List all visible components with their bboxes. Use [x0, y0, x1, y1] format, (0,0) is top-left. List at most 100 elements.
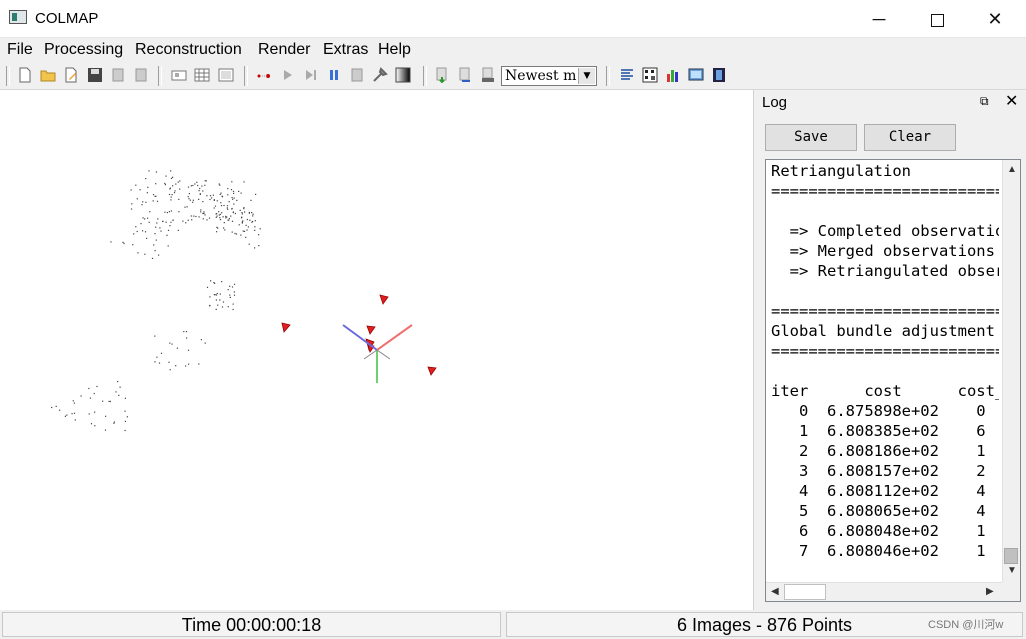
- point: [166, 234, 168, 236]
- bundle-adjustment-icon[interactable]: [349, 67, 365, 83]
- point: [192, 184, 194, 187]
- point: [216, 215, 218, 217]
- point: [90, 423, 93, 425]
- save-project-icon[interactable]: [87, 67, 103, 83]
- log-vertical-scrollbar[interactable]: ▲ ▼: [1002, 160, 1020, 583]
- log-horizontal-scrollbar[interactable]: ◀ ▶: [766, 582, 1002, 601]
- point-cloud-canvas[interactable]: [0, 90, 752, 610]
- open-project-icon[interactable]: [40, 67, 56, 83]
- point: [216, 200, 218, 202]
- point: [218, 211, 220, 213]
- point: [165, 175, 167, 177]
- dense-reconstruction-icon[interactable]: [372, 67, 388, 83]
- menu-help[interactable]: Help: [378, 41, 411, 59]
- chevron-down-icon[interactable]: ▼: [578, 68, 595, 84]
- maximize-button[interactable]: [908, 0, 966, 38]
- model-viewer[interactable]: [0, 90, 752, 610]
- point: [219, 293, 221, 295]
- point: [234, 212, 236, 215]
- render-options-icon[interactable]: [395, 67, 411, 83]
- point: [238, 190, 240, 192]
- point: [226, 205, 229, 207]
- menu-extras[interactable]: Extras: [323, 41, 368, 59]
- scroll-up-icon[interactable]: ▲: [1007, 164, 1017, 175]
- status-bar: Time 00:00:00:18 6 Images - 876 Points: [0, 610, 1026, 639]
- save-icon[interactable]: [480, 67, 496, 83]
- reconstruction-start-icon[interactable]: [256, 67, 272, 83]
- point: [217, 304, 219, 306]
- log-output[interactable]: Retriangulation =========================…: [765, 159, 1021, 602]
- edit-project-icon[interactable]: [63, 67, 79, 83]
- import-model-icon[interactable]: [110, 67, 126, 83]
- point: [198, 363, 200, 365]
- scroll-thumb[interactable]: [784, 584, 826, 600]
- minimize-button[interactable]: ─: [850, 0, 908, 38]
- point: [233, 294, 236, 296]
- scroll-down-icon[interactable]: ▼: [1007, 565, 1017, 576]
- point: [164, 184, 166, 186]
- import-icon[interactable]: [434, 67, 450, 83]
- menu-file[interactable]: File: [7, 41, 33, 59]
- point: [136, 230, 138, 233]
- point: [178, 211, 180, 213]
- grab-image-icon[interactable]: [688, 67, 704, 83]
- point: [233, 291, 235, 293]
- reconstruction-select[interactable]: Newest m ▼: [501, 66, 597, 86]
- close-icon[interactable]: ✕: [1005, 91, 1018, 111]
- scroll-left-icon[interactable]: ◀: [771, 586, 779, 597]
- feature-extraction-icon[interactable]: [171, 67, 187, 83]
- match-matrix-icon[interactable]: [642, 67, 658, 83]
- scroll-right-icon[interactable]: ▶: [986, 586, 994, 597]
- point: [148, 170, 150, 172]
- toolbar-separator: [6, 66, 10, 86]
- log-save-button[interactable]: Save: [765, 124, 857, 151]
- point: [187, 219, 189, 221]
- point: [233, 197, 235, 199]
- menu-reconstruction[interactable]: Reconstruction: [135, 41, 242, 59]
- point: [178, 198, 180, 200]
- export-icon[interactable]: [457, 67, 473, 83]
- point: [135, 184, 137, 186]
- log-text: Retriangulation =========================…: [771, 161, 999, 563]
- log-line: => Retriangulated observations: [789, 262, 999, 280]
- point: [200, 339, 202, 341]
- float-icon[interactable]: ⧉: [980, 94, 989, 109]
- point: [238, 224, 240, 226]
- feature-matching-icon[interactable]: [194, 67, 210, 83]
- title-bar: COLMAP ─ ✕: [0, 0, 1026, 38]
- statistics-icon[interactable]: [665, 67, 681, 83]
- scroll-thumb[interactable]: [1004, 548, 1018, 564]
- point: [232, 198, 234, 200]
- log-icon[interactable]: [619, 67, 635, 83]
- point: [203, 211, 205, 213]
- point: [215, 299, 217, 301]
- point: [252, 221, 254, 223]
- menu-bar: File Processing Reconstruction Render Ex…: [0, 38, 1026, 62]
- point: [169, 225, 171, 227]
- menu-processing[interactable]: Processing: [44, 41, 123, 59]
- point: [196, 181, 198, 183]
- reconstruction-next-icon[interactable]: [303, 67, 319, 83]
- log-line: 6 6.808048e+02 1: [771, 522, 986, 540]
- new-project-icon[interactable]: [17, 67, 33, 83]
- export-model-icon[interactable]: [133, 67, 149, 83]
- grab-movie-icon[interactable]: [711, 67, 727, 83]
- point: [73, 402, 75, 404]
- point: [185, 365, 187, 367]
- reconstruction-pause-icon[interactable]: [326, 67, 342, 83]
- reconstruction-step-icon[interactable]: [280, 67, 296, 83]
- point: [170, 221, 172, 223]
- point: [216, 231, 218, 233]
- close-button[interactable]: ✕: [966, 0, 1024, 38]
- point: [245, 224, 247, 226]
- point: [186, 206, 188, 208]
- point: [73, 412, 76, 414]
- point: [155, 226, 157, 228]
- log-clear-button[interactable]: Clear: [864, 124, 956, 151]
- log-title: Log: [762, 94, 788, 111]
- point: [141, 204, 143, 206]
- point: [221, 281, 223, 283]
- point: [183, 331, 185, 333]
- database-management-icon[interactable]: [218, 67, 234, 83]
- menu-render[interactable]: Render: [258, 41, 310, 59]
